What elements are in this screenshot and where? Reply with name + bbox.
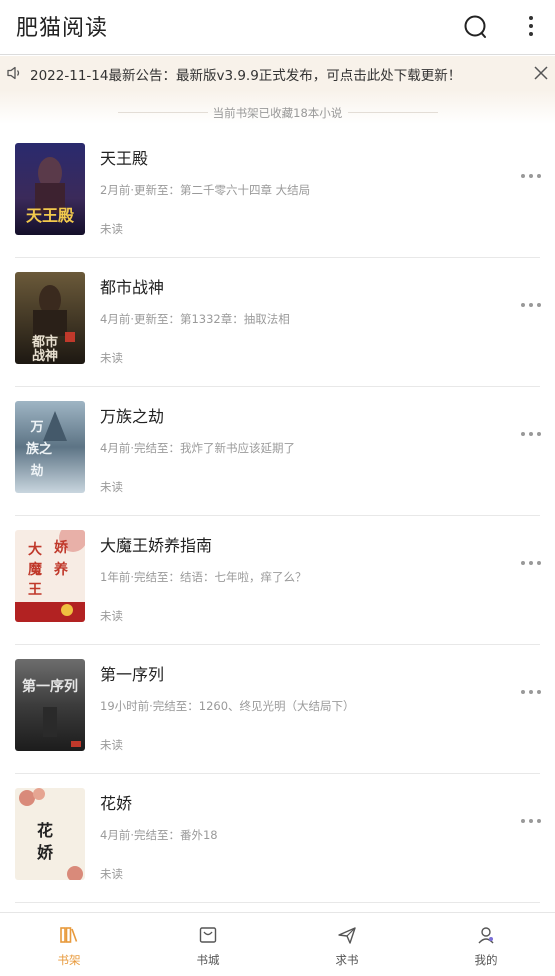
more-horizontal-icon[interactable] — [518, 556, 544, 570]
book-item-2[interactable]: 万 族之 劫 万族之劫 4月前·完结至：我炸了新书应该延期了 未读 — [0, 387, 555, 516]
book-update-info: 4月前·更新至：第1332章：抽取法相 — [100, 312, 290, 326]
book-cover[interactable]: 大 娇 魔 养 王 — [15, 530, 85, 622]
search-button[interactable] — [459, 10, 493, 44]
user-icon — [478, 927, 494, 944]
book-item-4[interactable]: 第一序列 第一序列 19小时前·完结至：1260、终见光明（大结局下） 未读 — [0, 645, 555, 774]
announcement-text[interactable]: 2022-11-14最新公告：最新版v3.9.9正式发布，可点击此处下载更新！ — [30, 64, 461, 84]
book-cover[interactable]: 第一序列 — [15, 659, 85, 751]
svg-text:第一序列: 第一序列 — [22, 678, 78, 695]
speaker-icon — [7, 66, 20, 80]
more-horizontal-icon[interactable] — [518, 814, 544, 828]
announcement-bar[interactable]: 2022-11-14最新公告：最新版v3.9.9正式发布，可点击此处下载更新！ — [0, 56, 555, 90]
svg-text:战神: 战神 — [32, 348, 58, 364]
svg-text:娇: 娇 — [37, 843, 54, 862]
svg-text:大: 大 — [28, 541, 42, 558]
nav-label: 我的 — [474, 953, 498, 967]
svg-text:魔: 魔 — [28, 561, 43, 578]
more-horizontal-icon[interactable] — [518, 169, 544, 183]
book-read-status: 未读 — [100, 867, 123, 881]
svg-text:娇: 娇 — [54, 539, 69, 556]
svg-text:万: 万 — [29, 420, 43, 435]
row-divider — [15, 902, 540, 903]
more-options-button[interactable] — [518, 10, 544, 44]
svg-text:族之: 族之 — [26, 441, 52, 457]
more-horizontal-icon[interactable] — [518, 685, 544, 699]
book-read-status: 未读 — [100, 222, 123, 236]
book-item-3[interactable]: 大 娇 魔 养 王 大魔王娇养指南 1年前·完结至：结语：七年啦，痒了么？ 未读 — [0, 516, 555, 645]
book-item-1[interactable]: 都市 战神 都市战神 4月前·更新至：第1332章：抽取法相 未读 — [0, 258, 555, 387]
svg-text:天王殿: 天王殿 — [26, 206, 75, 225]
book-title: 花娇 — [100, 794, 133, 813]
store-icon — [199, 927, 217, 943]
book-title: 万族之劫 — [100, 407, 165, 426]
book-read-status: 未读 — [100, 738, 123, 752]
nav-tab-bookshelf[interactable]: 书架 — [0, 913, 138, 976]
book-cover[interactable]: 花 娇 — [15, 788, 85, 880]
svg-text:都市: 都市 — [31, 334, 58, 350]
svg-text:王: 王 — [28, 582, 42, 598]
nav-tab-store[interactable]: 书城 — [139, 913, 277, 976]
book-cover[interactable]: 万 族之 劫 — [15, 401, 85, 493]
book-title: 第一序列 — [100, 665, 165, 684]
nav-tab-request[interactable]: 求书 — [278, 913, 416, 976]
more-vertical-icon — [529, 16, 533, 36]
more-horizontal-icon[interactable] — [518, 427, 544, 441]
book-cover[interactable]: 都市 战神 — [15, 272, 85, 364]
nav-label: 求书 — [335, 953, 359, 967]
book-cover[interactable]: 天王殿 — [15, 143, 85, 235]
book-title: 大魔王娇养指南 — [100, 536, 213, 555]
nav-label: 书城 — [196, 953, 220, 967]
book-read-status: 未读 — [100, 351, 123, 365]
book-update-info: 4月前·完结至：番外18 — [100, 828, 218, 842]
book-title: 都市战神 — [100, 278, 165, 297]
search-icon — [464, 15, 486, 38]
more-horizontal-icon[interactable] — [518, 298, 544, 312]
nav-label: 书架 — [57, 953, 81, 967]
bookshelf-icon — [60, 927, 78, 943]
book-title: 天王殿 — [100, 149, 149, 168]
book-update-info: 2月前·更新至：第二千零六十四章 大结局 — [100, 183, 311, 197]
book-update-info: 4月前·完结至：我炸了新书应该延期了 — [100, 441, 295, 455]
book-update-info: 19小时前·完结至：1260、终见光明（大结局下） — [100, 699, 355, 713]
svg-text:养: 养 — [53, 561, 69, 578]
shelf-count-text: 当前书架已收藏18本小说 — [212, 106, 343, 120]
book-read-status: 未读 — [100, 609, 123, 623]
book-update-info: 1年前·完结至：结语：七年啦，痒了么？ — [100, 570, 307, 584]
bottom-navigation: 书架 书城 求书 我的 — [0, 912, 555, 976]
app-title: 肥猫阅读 — [16, 16, 109, 41]
nav-tab-mine[interactable]: 我的 — [417, 913, 555, 976]
svg-text:劫: 劫 — [30, 463, 43, 479]
book-read-status: 未读 — [100, 480, 123, 494]
book-item-5[interactable]: 花 娇 花娇 4月前·完结至：番外18 未读 — [0, 774, 555, 903]
close-icon[interactable] — [531, 63, 551, 83]
top-app-bar: 肥猫阅读 — [0, 0, 555, 55]
book-item-0[interactable]: 天王殿 天王殿 2月前·更新至：第二千零六十四章 大结局 未读 — [0, 129, 555, 258]
paper-plane-icon — [338, 927, 356, 944]
svg-text:花: 花 — [37, 821, 53, 840]
